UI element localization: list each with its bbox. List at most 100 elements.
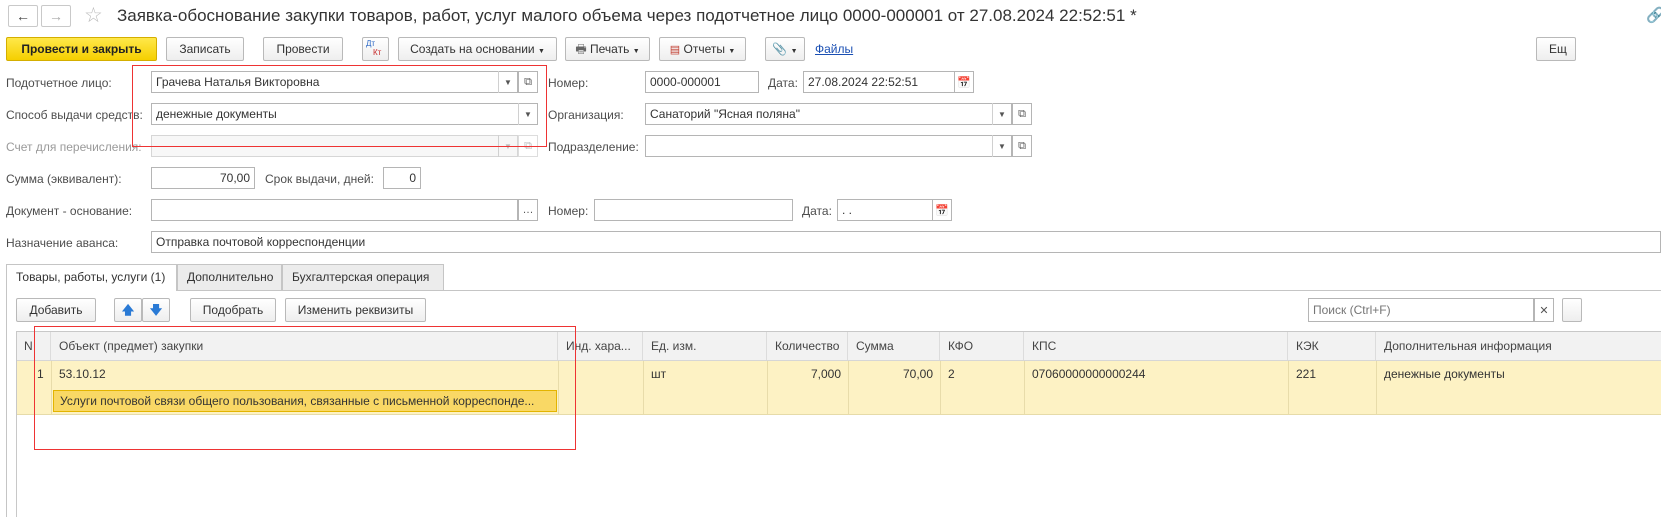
- col-header-info[interactable]: Дополнительная информация: [1376, 332, 1661, 360]
- close-icon: ✕: [1539, 304, 1549, 317]
- col-header-kps[interactable]: КПС: [1024, 332, 1288, 360]
- number-label: Номер:: [548, 76, 589, 90]
- cell-qty[interactable]: 7,000: [767, 362, 848, 388]
- org-dropdown[interactable]: ▼: [992, 103, 1011, 125]
- reports-button[interactable]: ▤ Отчеты ▼: [659, 37, 746, 61]
- post-and-close-button[interactable]: Провести и закрыть: [6, 37, 157, 61]
- basis-number-field[interactable]: [594, 199, 793, 221]
- add-row-button[interactable]: Добавить: [16, 298, 96, 322]
- ellipsis-icon: …: [522, 204, 534, 216]
- cell-sum[interactable]: 70,00: [848, 362, 940, 388]
- arrow-down-icon: 🡇: [149, 303, 163, 317]
- post-button[interactable]: Провести: [263, 37, 343, 61]
- chevron-down-icon: ▼: [790, 48, 798, 55]
- cell-kek[interactable]: 221: [1288, 362, 1376, 388]
- accountable-label: Подотчетное лицо:: [6, 76, 112, 90]
- purpose-label: Назначение аванса:: [6, 236, 119, 250]
- back-button[interactable]: ←: [8, 5, 38, 27]
- division-field[interactable]: [645, 135, 1012, 157]
- files-link[interactable]: Файлы: [815, 42, 853, 56]
- org-field[interactable]: Санаторий "Ясная поляна": [645, 103, 1012, 125]
- date-field[interactable]: 27.08.2024 22:52:51: [803, 71, 955, 93]
- printer-icon: 🖶: [575, 42, 587, 56]
- move-down-button[interactable]: 🡇: [142, 298, 170, 322]
- paperclip-icon: 📎: [772, 42, 788, 56]
- change-details-button[interactable]: Изменить реквизиты: [285, 298, 426, 322]
- tab-goods[interactable]: Товары, работы, услуги (1): [6, 264, 177, 291]
- table-more-button[interactable]: [1562, 298, 1582, 322]
- basis-label: Документ - основание:: [6, 204, 133, 218]
- method-field[interactable]: денежные документы: [151, 103, 538, 125]
- open-icon: ⧉: [524, 139, 532, 152]
- open-icon: ⧉: [1018, 107, 1026, 120]
- print-button[interactable]: 🖶 Печать ▼: [565, 37, 650, 61]
- favorite-star-icon[interactable]: ☆: [84, 3, 103, 28]
- accountable-open-button[interactable]: ⧉: [518, 71, 538, 93]
- move-up-button[interactable]: 🡅: [114, 298, 142, 322]
- basis-number-label: Номер:: [548, 204, 589, 218]
- account-open-button: ⧉: [518, 135, 538, 157]
- basis-select-button[interactable]: …: [518, 199, 538, 221]
- cell-object-code[interactable]: 53.10.12: [51, 362, 558, 388]
- forward-button[interactable]: →: [41, 5, 71, 27]
- chevron-down-icon: ▼: [504, 141, 512, 151]
- arrow-up-icon: 🡅: [121, 303, 135, 317]
- term-label: Срок выдачи, дней:: [265, 172, 374, 186]
- window-title: Заявка-обоснование закупки товаров, рабо…: [117, 6, 1137, 25]
- purpose-field[interactable]: Отправка почтовой корреспонденции: [151, 231, 1661, 253]
- tab-additional[interactable]: Дополнительно: [177, 264, 282, 290]
- dt-kt-button[interactable]: Дт Кт: [362, 37, 389, 61]
- calendar-icon: 📅: [935, 204, 949, 217]
- term-field[interactable]: 0: [383, 167, 421, 189]
- account-field: [151, 135, 518, 157]
- attach-button[interactable]: 📎 ▼: [765, 37, 805, 61]
- cell-n: 1: [37, 367, 44, 381]
- basis-date-field[interactable]: . .: [837, 199, 933, 221]
- cell-ind[interactable]: [558, 362, 643, 388]
- create-based-on-button[interactable]: Создать на основании ▼: [398, 37, 557, 61]
- select-items-button[interactable]: Подобрать: [190, 298, 276, 322]
- col-header-object[interactable]: Объект (предмет) закупки: [51, 332, 558, 360]
- cell-kfo[interactable]: 2: [940, 362, 1024, 388]
- org-open-button[interactable]: ⧉: [1012, 103, 1032, 125]
- write-button[interactable]: Записать: [166, 37, 244, 61]
- col-header-kfo[interactable]: КФО: [940, 332, 1024, 360]
- division-label: Подразделение:: [548, 140, 639, 154]
- dt-kt-icon: Дт Кт: [366, 39, 382, 57]
- sum-field[interactable]: 70,00: [151, 167, 255, 189]
- cell-object-name[interactable]: Услуги почтовой связи общего пользования…: [53, 390, 557, 412]
- col-header-ind[interactable]: Инд. хара...: [558, 332, 643, 360]
- col-header-kek[interactable]: КЭК: [1288, 332, 1376, 360]
- cell-kps[interactable]: 07060000000000244: [1024, 362, 1288, 388]
- accountable-dropdown[interactable]: ▼: [498, 71, 517, 93]
- report-chart-icon: ▤: [669, 44, 681, 56]
- chevron-down-icon: ▼: [998, 109, 1006, 119]
- division-dropdown[interactable]: ▼: [992, 135, 1011, 157]
- date-label: Дата:: [768, 76, 798, 90]
- method-label: Способ выдачи средств:: [6, 108, 143, 122]
- col-header-unit[interactable]: Ед. изм.: [643, 332, 767, 360]
- search-input[interactable]: [1308, 298, 1534, 322]
- calendar-icon: 📅: [957, 76, 971, 89]
- tab-accounting[interactable]: Бухгалтерская операция: [282, 264, 444, 290]
- accountable-field[interactable]: Грачева Наталья Викторовна: [151, 71, 518, 93]
- basis-field[interactable]: [151, 199, 518, 221]
- sum-label: Сумма (эквивалент):: [6, 172, 122, 186]
- basis-calendar-button[interactable]: 📅: [932, 199, 952, 221]
- more-button[interactable]: Ещ: [1536, 37, 1576, 61]
- number-field[interactable]: 0000-000001: [645, 71, 759, 93]
- division-open-button[interactable]: ⧉: [1012, 135, 1032, 157]
- col-header-sum[interactable]: Сумма: [848, 332, 940, 360]
- search-clear-button[interactable]: ✕: [1534, 298, 1554, 322]
- chevron-down-icon: ▼: [998, 141, 1006, 151]
- col-header-n[interactable]: N: [17, 332, 51, 360]
- cell-unit[interactable]: шт: [643, 362, 767, 388]
- open-icon: ⧉: [1018, 139, 1026, 152]
- cell-info[interactable]: денежные документы: [1376, 362, 1661, 388]
- account-label: Счет для перечисления:: [6, 140, 142, 154]
- calendar-button[interactable]: 📅: [954, 71, 974, 93]
- chevron-down-icon: ▼: [632, 48, 640, 55]
- col-header-qty[interactable]: Количество: [767, 332, 848, 360]
- link-icon[interactable]: 🔗: [1646, 6, 1661, 24]
- method-dropdown[interactable]: ▼: [518, 103, 537, 125]
